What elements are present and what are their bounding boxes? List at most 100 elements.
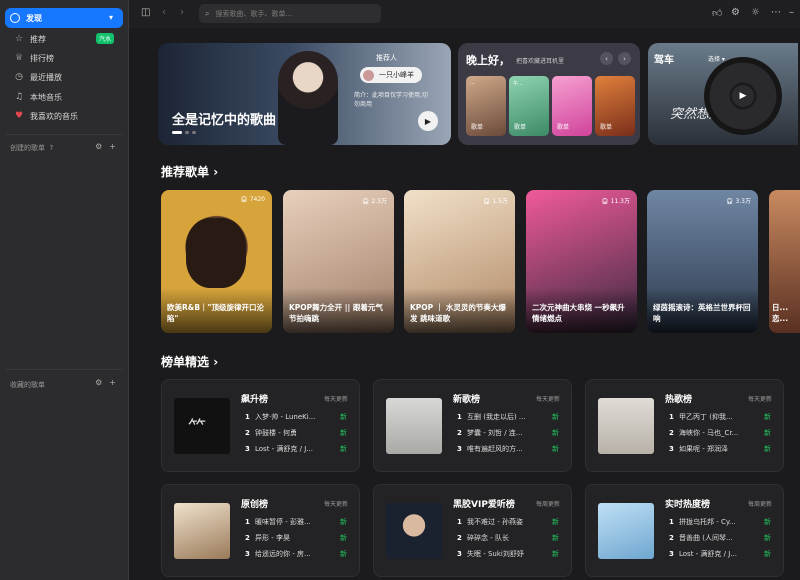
artist-image [186, 218, 246, 288]
top-bar: ◫ ‹ › ⌕ 搜索歌曲、歌手、歌单... 👍︎ ⚙ ☼ ⋯ – [129, 0, 800, 28]
heart-icon: ♥ [14, 111, 24, 121]
play-button[interactable]: ▶ [732, 85, 754, 107]
mini-playlist[interactable]: 午... 歌单 [509, 76, 549, 136]
play-count: 🎧︎ 2.3万 [361, 198, 387, 205]
chart-title: 原创榜 [241, 500, 269, 510]
gear-icon[interactable]: ⚙ [731, 7, 740, 18]
sidebar-item-label: 推荐 [30, 34, 46, 44]
playlist-card[interactable]: 🎧︎ 2.3万 KPOP舞力全开 || 跟着元气节拍嗨跳 [283, 190, 394, 333]
chart-card[interactable]: ⺮ 飙升榜 每天更新 1 入梦·帅 - LuneKi... 新 2 钟鼓楼 - 何勇新… [161, 379, 360, 472]
chart-card[interactable]: 黑胶VIP爱听榜 每周更新 1 我不难过 - 孙燕姿新 2 碎碎念 - 队长新 3失… [373, 484, 572, 577]
gear-icon[interactable]: ⚙ [95, 142, 102, 151]
sidebar-item-label: 我喜欢的音乐 [30, 111, 78, 121]
banner-title: 全是记忆中的歌曲 [172, 113, 277, 128]
playlist-title: 日...恋... [772, 303, 789, 323]
update-frequency: 每天更新 [323, 396, 348, 403]
play-icon: ▶ [424, 116, 432, 126]
chart-card[interactable]: 热歌榜 每天更新 1 甲乙丙丁 (抑我... 新 2 海峡你 - 马也_Cr... 新 … [585, 379, 784, 472]
play-icon: ▶ [739, 91, 747, 101]
theme-icon[interactable]: ☼ [751, 7, 760, 18]
created-playlists-header: 创建的歌单 ? [10, 144, 54, 152]
clock-icon: ◷ [15, 72, 23, 82]
prev-icon[interactable]: ‹ [600, 52, 613, 65]
back-icon[interactable]: ‹ [162, 7, 166, 18]
chart-title: 飙升榜 [241, 395, 269, 405]
section-title-recommended[interactable]: 推荐歌单 › [161, 163, 218, 180]
play-count: 🎧︎ 7420 [240, 196, 265, 203]
forward-icon[interactable]: › [180, 7, 184, 18]
chart-title: 实时热度榜 [665, 500, 711, 510]
carousel-dots[interactable] [172, 131, 196, 134]
sidebar-item-recent[interactable]: ◷ 最近播放 [14, 69, 62, 85]
plus-icon[interactable]: + [109, 378, 116, 387]
star-icon: ☆ [14, 34, 24, 44]
chart-card[interactable]: 实时热度榜 每周更新 1 拼拢乌托邦 - Cy... 新 2 晋善曲 (人间琴... 新… [585, 484, 784, 577]
recommender-chip[interactable]: 一只小峰羊 [360, 67, 422, 83]
playlist-card[interactable]: 🎧︎ 7420 欧美R&B｜"顶级旋律开口沦陷" [161, 190, 272, 333]
list-item[interactable]: 2 海峡你 - 马也_Cr... 新 [669, 427, 771, 439]
list-item[interactable]: 1 甲乙丙丁 (抑我... 新 [669, 411, 771, 423]
list-item[interactable]: 2 异形 - 李昊新 [245, 532, 347, 544]
mini-playlist[interactable]: 歌单 [595, 76, 635, 136]
more-icon[interactable]: ⋯ [771, 7, 781, 18]
search-icon: ⌕ [205, 8, 210, 18]
thumbs-up-icon[interactable]: 👍︎ [712, 7, 722, 19]
divider [6, 369, 123, 370]
playlist-card[interactable]: 🎧︎ 11.3万 二次元神曲大串烧 一秒飙升情绪燃点 [526, 190, 637, 333]
list-item[interactable]: 1 入梦·帅 - LuneKi... 新 [245, 411, 347, 423]
section-title-charts[interactable]: 榜单精选 › [161, 353, 218, 370]
list-item[interactable]: 2 晋善曲 (人间琴... 新 [669, 532, 771, 544]
sidebar: 发现 ▾ ☆ 推荐 汽水 ♕ 排行榜 ◷ 最近播放 ♫ 本地音乐 ♥ 我喜欢的音乐 创建的… [0, 0, 129, 580]
chart-card[interactable]: 原创榜 每天更新 1 暖味暂停 - 彭雅... 新 2 异形 - 李昊新 3 给遥远的你… [161, 484, 360, 577]
compass-icon [10, 13, 20, 23]
recommender-label: 推荐人 [376, 54, 397, 62]
playlist-card[interactable]: 日...恋... [769, 190, 800, 333]
minimize-icon[interactable]: – [789, 7, 794, 18]
chart-card[interactable]: 新歌榜 每天更新 1 互删 (我走以后) ... 新 2 梦囊 - 刘哲 / 连...… [373, 379, 572, 472]
plus-icon[interactable]: + [109, 142, 116, 151]
chart-cover [174, 503, 230, 559]
search-input[interactable]: ⌕ 搜索歌曲、歌手、歌单... [199, 4, 381, 23]
list-item[interactable]: 3 唯有遍赶风的方... 新 [457, 443, 559, 455]
list-item[interactable]: 1 拼拢乌托邦 - Cy... 新 [669, 516, 771, 528]
list-item[interactable]: 2 碎碎念 - 队长新 [457, 532, 559, 544]
list-item[interactable]: 2 梦囊 - 刘哲 / 连... 新 [457, 427, 559, 439]
play-button[interactable]: ▶ [418, 111, 438, 131]
list-item[interactable]: 1 互删 (我走以后) ... 新 [457, 411, 559, 423]
gear-icon[interactable]: ⚙ [95, 378, 102, 387]
list-item[interactable]: 3 失眠 - Suki刘舒妤新 [457, 548, 559, 560]
sidebar-item-discover[interactable]: 发现 ▾ [5, 8, 123, 28]
chart-title: 新歌榜 [453, 395, 481, 405]
chart-cover: ⺮ [174, 398, 230, 454]
list-item[interactable]: 1 暖味暂停 - 彭雅... 新 [245, 516, 347, 528]
playlist-card[interactable]: 🎧︎ 3.3万 绿茵摇滚诗：英格兰世界杯回响 [647, 190, 758, 333]
next-icon[interactable]: › [618, 52, 631, 65]
playlist-title: KPOP ｜ 水灵灵的节奏大爆发 跳味道歌 [410, 303, 506, 323]
mini-playlist[interactable]: ... 歌单 [466, 76, 506, 136]
sidebar-item-local[interactable]: ♫ 本地音乐 [14, 89, 62, 105]
fm-title: 驾车 [654, 55, 674, 66]
sidebar-item-liked[interactable]: ♥ 我喜欢的音乐 [14, 108, 78, 124]
update-frequency: 每周更新 [747, 501, 772, 508]
playlist-card[interactable]: 🎧︎ 1.5万 KPOP ｜ 水灵灵的节奏大爆发 跳味道歌 [404, 190, 515, 333]
chart-cover [598, 503, 654, 559]
mini-playlist[interactable]: 歌单 [552, 76, 592, 136]
sidebar-toggle-icon[interactable]: ◫ [141, 7, 150, 18]
list-item[interactable]: 2 钟鼓楼 - 何勇新 [245, 427, 347, 439]
update-frequency: 每天更新 [535, 396, 560, 403]
list-item[interactable]: 3 给遥远的你 - 房... 新 [245, 548, 347, 560]
sidebar-item-ranking[interactable]: ♕ 排行榜 [14, 50, 54, 66]
list-item[interactable]: 3 如果呢 - 郑润泽新 [669, 443, 771, 455]
list-item[interactable]: 1 我不难过 - 孙燕姿新 [457, 516, 559, 528]
sidebar-item-recommend[interactable]: ☆ 推荐 [14, 31, 46, 47]
created-count: ? [49, 144, 54, 152]
chart-cover [386, 398, 442, 454]
update-frequency: 每天更新 [323, 501, 348, 508]
divider [6, 134, 123, 135]
music-app: 发现 ▾ ☆ 推荐 汽水 ♕ 排行榜 ◷ 最近播放 ♫ 本地音乐 ♥ 我喜欢的音乐 创建的… [0, 0, 800, 580]
playlist-title: 绿茵摇滚诗：英格兰世界杯回响 [653, 303, 751, 323]
list-item[interactable]: 3 Lost - 满舒克 / J... 新 [245, 443, 347, 455]
banner-playlist[interactable]: 全是记忆中的歌曲 推荐人 一只小峰羊 简介：此项目仅学习使用,切勿商用 ▶ [158, 43, 451, 145]
avatar [363, 69, 374, 81]
list-item[interactable]: 3 Lost - 满舒克 / J... 新 [669, 548, 771, 560]
